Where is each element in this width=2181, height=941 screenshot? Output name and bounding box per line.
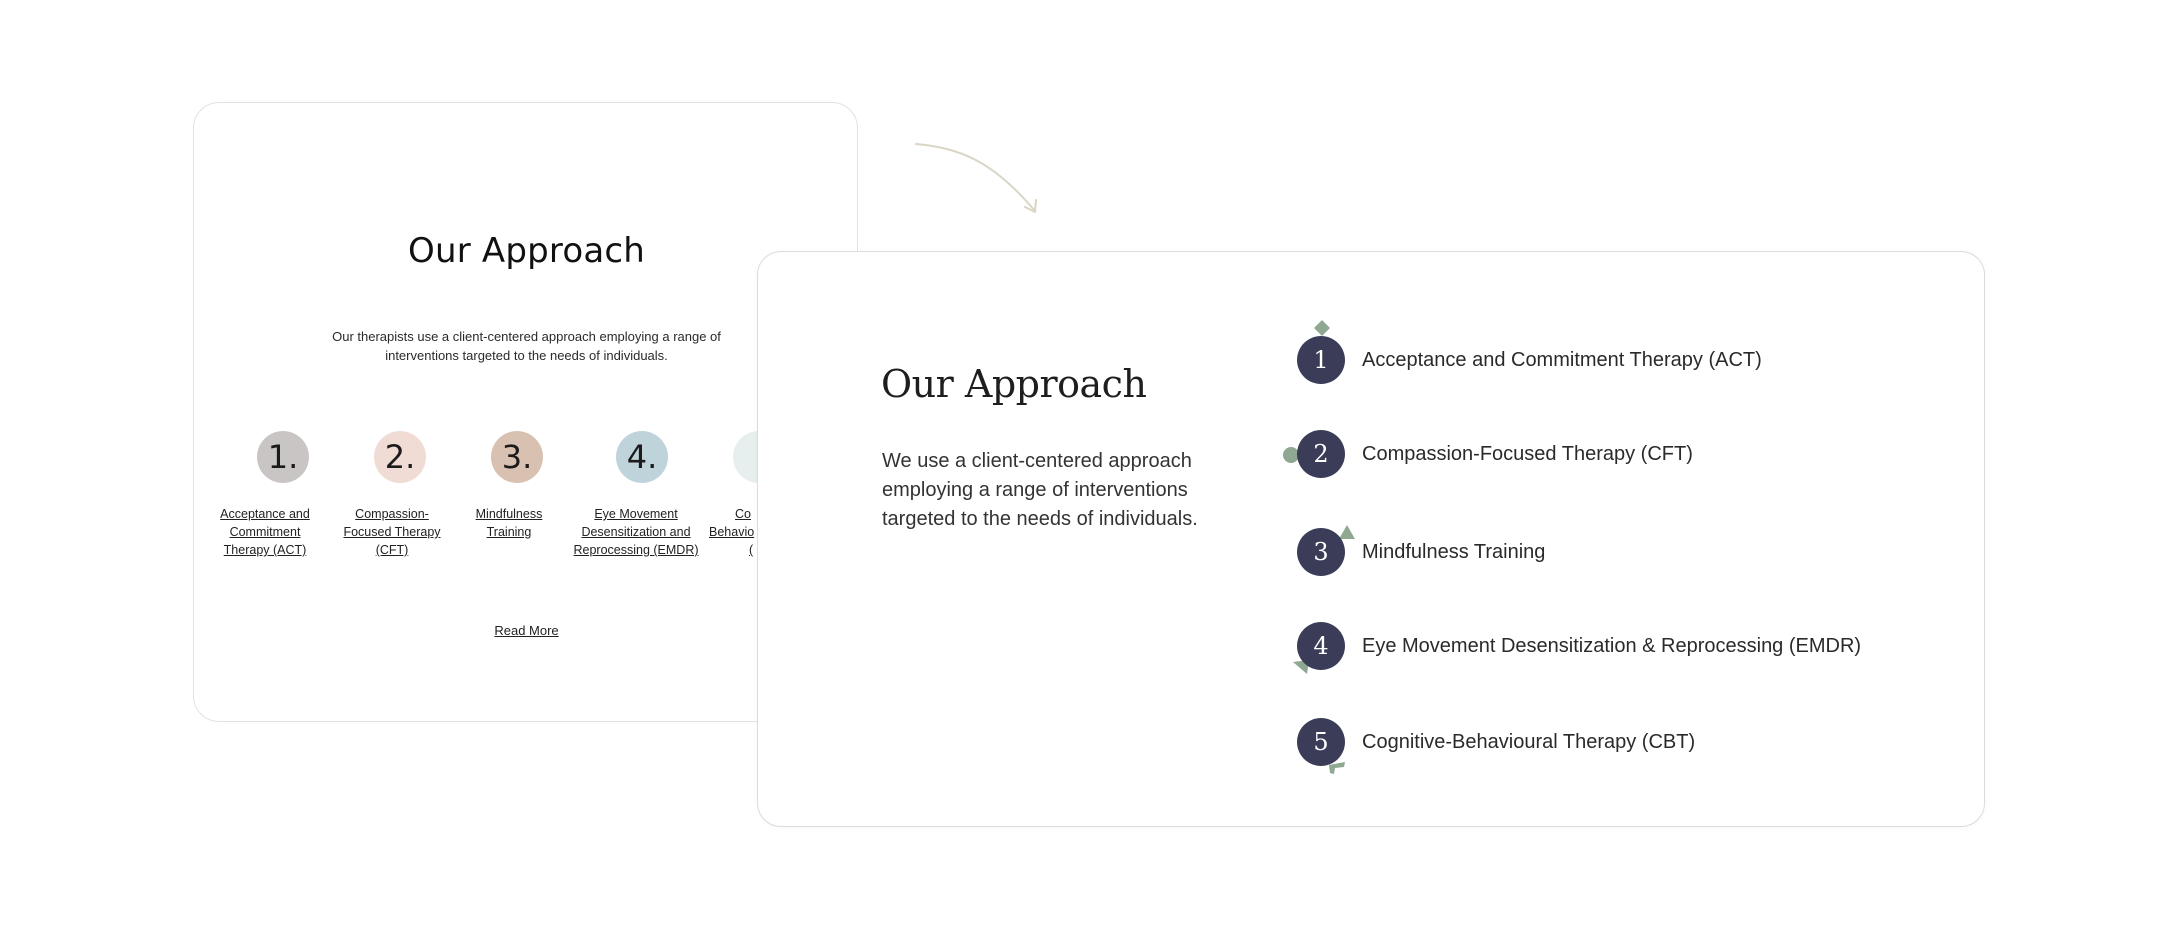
old-label-line: Commitment: [229, 525, 301, 539]
number-badge: 5: [1297, 718, 1345, 774]
old-intro-line-2: interventions targeted to the needs of i…: [385, 348, 668, 363]
old-label-line: Co: [735, 507, 751, 521]
approach-item-label[interactable]: Eye Movement Desensitization & Reprocess…: [1362, 635, 1861, 658]
approach-item-label[interactable]: Mindfulness Training: [1362, 541, 1545, 564]
old-number-circle: 4.: [616, 431, 668, 483]
curved-arrow-icon: [915, 143, 1037, 213]
number-circle: 3: [1297, 528, 1345, 576]
old-label-line: Therapy (ACT): [223, 543, 307, 557]
old-label-line: Compassion-: [355, 507, 429, 521]
new-approach-card: Our Approach We use a client-centered ap…: [757, 251, 1985, 827]
new-card-title: Our Approach: [881, 362, 1147, 406]
old-item-label[interactable]: Eye Movement Desensitization and Reproce…: [561, 505, 711, 559]
old-label-line: Desensitization and: [581, 525, 691, 539]
old-label-line: (CFT): [375, 543, 409, 557]
old-number-circle: 1.: [257, 431, 309, 483]
number-badge: 1: [1297, 320, 1345, 384]
comparison-stage: Our Approach Our therapists use a client…: [0, 0, 2181, 941]
diamond-accent-icon: [1314, 320, 1330, 336]
approach-item-mindfulness[interactable]: 3 Mindfulness Training: [1297, 525, 1545, 576]
old-label-line: Reprocessing (EMDR): [573, 543, 699, 557]
approach-item-label[interactable]: Cognitive-Behavioural Therapy (CBT): [1362, 731, 1695, 754]
old-label-line: Behavio: [709, 525, 755, 539]
number-circle: 2: [1297, 430, 1345, 478]
approach-item-cft[interactable]: 2 Compassion-Focused Therapy (CFT): [1283, 430, 1693, 478]
old-label-line: Acceptance and: [220, 507, 310, 521]
old-number-circle: 2.: [374, 431, 426, 483]
old-label-line: (: [749, 543, 754, 557]
approach-item-label[interactable]: Compassion-Focused Therapy (CFT): [1362, 443, 1693, 466]
old-number-circle: 3.: [491, 431, 543, 483]
old-intro-line-1: Our therapists use a client-centered app…: [332, 329, 721, 344]
old-label-line: Mindfulness: [475, 507, 543, 521]
old-label-line: Focused Therapy: [343, 525, 441, 539]
old-label-line: Eye Movement: [594, 507, 678, 521]
old-label-line: Training: [486, 525, 532, 539]
approach-item-emdr[interactable]: 4 Eye Movement Desensitization & Reproce…: [1293, 622, 1861, 674]
approach-item-label[interactable]: Acceptance and Commitment Therapy (ACT): [1362, 349, 1762, 372]
new-card-intro: We use a client-centered approach employ…: [882, 450, 1198, 530]
number-circle: 4: [1297, 622, 1345, 670]
approach-item-act[interactable]: 1 Acceptance and Commitment Therapy (ACT…: [1297, 320, 1762, 384]
number-badge: 4: [1293, 622, 1345, 674]
number-circle: 1: [1297, 336, 1345, 384]
old-card-intro: Our therapists use a client-centered app…: [314, 327, 739, 365]
number-circle: 5: [1297, 718, 1345, 766]
old-item-emdr[interactable]: 4. Eye Movement Desensitization and Repr…: [561, 431, 711, 559]
number-badge: 2: [1283, 430, 1345, 478]
number-badge: 3: [1297, 525, 1355, 576]
approach-item-cbt[interactable]: 5 Cognitive-Behavioural Therapy (CBT): [1297, 718, 1695, 774]
